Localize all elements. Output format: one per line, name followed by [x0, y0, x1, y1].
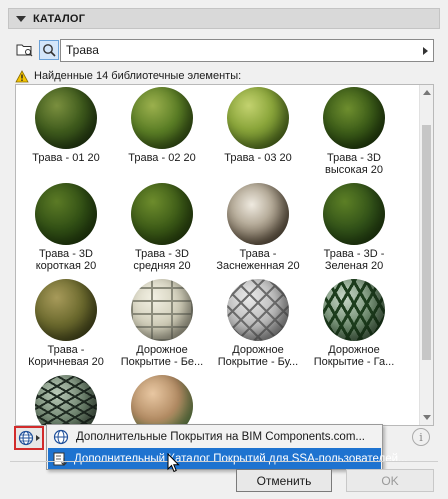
material-preview-thumbnail	[131, 279, 193, 341]
scroll-up-icon[interactable]	[423, 90, 431, 95]
mouse-cursor-icon	[167, 453, 180, 473]
results-grid[interactable]: Трава - 01 20 Трава - 02 20 Трава - 03 20 Т…	[15, 84, 434, 426]
library-item-tile[interactable]: Дорожное Покрытие - Бе...	[117, 279, 207, 368]
library-item-tile[interactable]: Дорожное Покрытие - Га...	[309, 279, 399, 368]
library-item-tile[interactable]: Трава - 02 20	[117, 87, 207, 164]
menu-item-label: Дополнительный Каталог Покрытий для SSA-…	[74, 452, 408, 465]
catalog-header[interactable]: КАТАЛОГ	[8, 8, 440, 29]
search-icon	[43, 44, 56, 57]
material-preview-thumbnail	[227, 87, 289, 149]
collapse-triangle-icon[interactable]	[16, 15, 26, 22]
library-item-tile[interactable]: Дорожное Покрытие - Бу...	[213, 279, 303, 368]
material-preview-thumbnail	[131, 183, 193, 245]
submenu-arrow-icon	[36, 435, 40, 441]
material-preview-thumbnail	[323, 87, 385, 149]
info-icon[interactable]: i	[412, 428, 430, 446]
library-item-label: Дорожное Покрытие - Га...	[313, 344, 395, 368]
online-catalog-menu: Дополнительные Покрытия на BIM Component…	[46, 424, 408, 470]
library-item-tile[interactable]: Трава - Заснеженная 20	[213, 183, 303, 272]
folder-search-icon	[16, 44, 33, 57]
menu-item-ssa-catalog[interactable]: Дополнительный Каталог Покрытий для SSA-…	[48, 448, 408, 469]
results-status: Найденные 14 библиотечные элементы:	[15, 68, 241, 84]
library-item-label: Трава - 01 20	[32, 152, 100, 164]
library-item-label: Трава - 3D короткая 20	[35, 248, 97, 272]
ok-button[interactable]: OK	[346, 469, 434, 492]
material-preview-thumbnail	[35, 375, 97, 425]
footer-divider	[10, 461, 438, 462]
library-item-tile[interactable]	[117, 375, 207, 425]
scroll-down-icon[interactable]	[423, 415, 431, 420]
download-catalog-icon	[52, 450, 68, 468]
menu-item-bim-components[interactable]: Дополнительные Покрытия на BIM Component…	[48, 426, 381, 447]
library-item-label: Трава - 3D средняя 20	[133, 248, 191, 272]
material-preview-thumbnail	[323, 183, 385, 245]
material-preview-thumbnail	[35, 279, 97, 341]
chevron-right-icon	[422, 46, 428, 55]
search-mode-button[interactable]	[39, 40, 59, 60]
library-item-label: Трава - 02 20	[128, 152, 196, 164]
vertical-scrollbar[interactable]	[419, 85, 433, 425]
library-item-tile[interactable]: Трава - 3D высокая 20	[309, 87, 399, 176]
library-item-tile[interactable]: Трава - 3D средняя 20	[117, 183, 207, 272]
material-preview-thumbnail	[131, 87, 193, 149]
library-item-label: Дорожное Покрытие - Бу...	[217, 344, 299, 368]
globe-icon	[52, 428, 70, 446]
library-item-label: Трава - Заснеженная 20	[216, 248, 300, 272]
warning-icon	[15, 69, 29, 82]
material-preview-thumbnail	[35, 87, 97, 149]
online-catalog-button[interactable]	[14, 426, 44, 450]
library-item-label: Трава - Коричневая 20	[28, 344, 104, 368]
results-count-text: Найденные 14 библиотечные элементы:	[34, 70, 242, 82]
library-item-tile[interactable]	[21, 375, 111, 425]
folder-search-button[interactable]	[15, 40, 35, 60]
search-history-button[interactable]	[417, 39, 434, 62]
material-preview-thumbnail	[131, 375, 193, 425]
library-item-tile[interactable]: Трава - 03 20	[213, 87, 303, 164]
library-item-label: Трава - 03 20	[224, 152, 292, 164]
material-preview-thumbnail	[227, 183, 289, 245]
catalog-title: КАТАЛОГ	[33, 12, 86, 25]
library-item-tile[interactable]: Трава - 01 20	[21, 87, 111, 164]
scroll-thumb[interactable]	[422, 125, 431, 360]
library-item-tile[interactable]: Трава - 3D - Зеленая 20	[309, 183, 399, 272]
material-preview-thumbnail	[323, 279, 385, 341]
library-item-label: Дорожное Покрытие - Бе...	[120, 344, 204, 368]
library-item-tile[interactable]: Трава - Коричневая 20	[21, 279, 111, 368]
library-item-label: Трава - 3D высокая 20	[325, 152, 383, 176]
menu-item-label: Дополнительные Покрытия на BIM Component…	[76, 430, 365, 443]
cancel-button[interactable]: Отменить	[236, 469, 332, 492]
search-input[interactable]: Трава	[60, 39, 418, 62]
material-preview-thumbnail	[35, 183, 97, 245]
material-preview-thumbnail	[227, 279, 289, 341]
globe-icon	[18, 430, 34, 446]
library-item-label: Трава - 3D - Зеленая 20	[323, 248, 385, 272]
library-item-tile[interactable]: Трава - 3D короткая 20	[21, 183, 111, 272]
